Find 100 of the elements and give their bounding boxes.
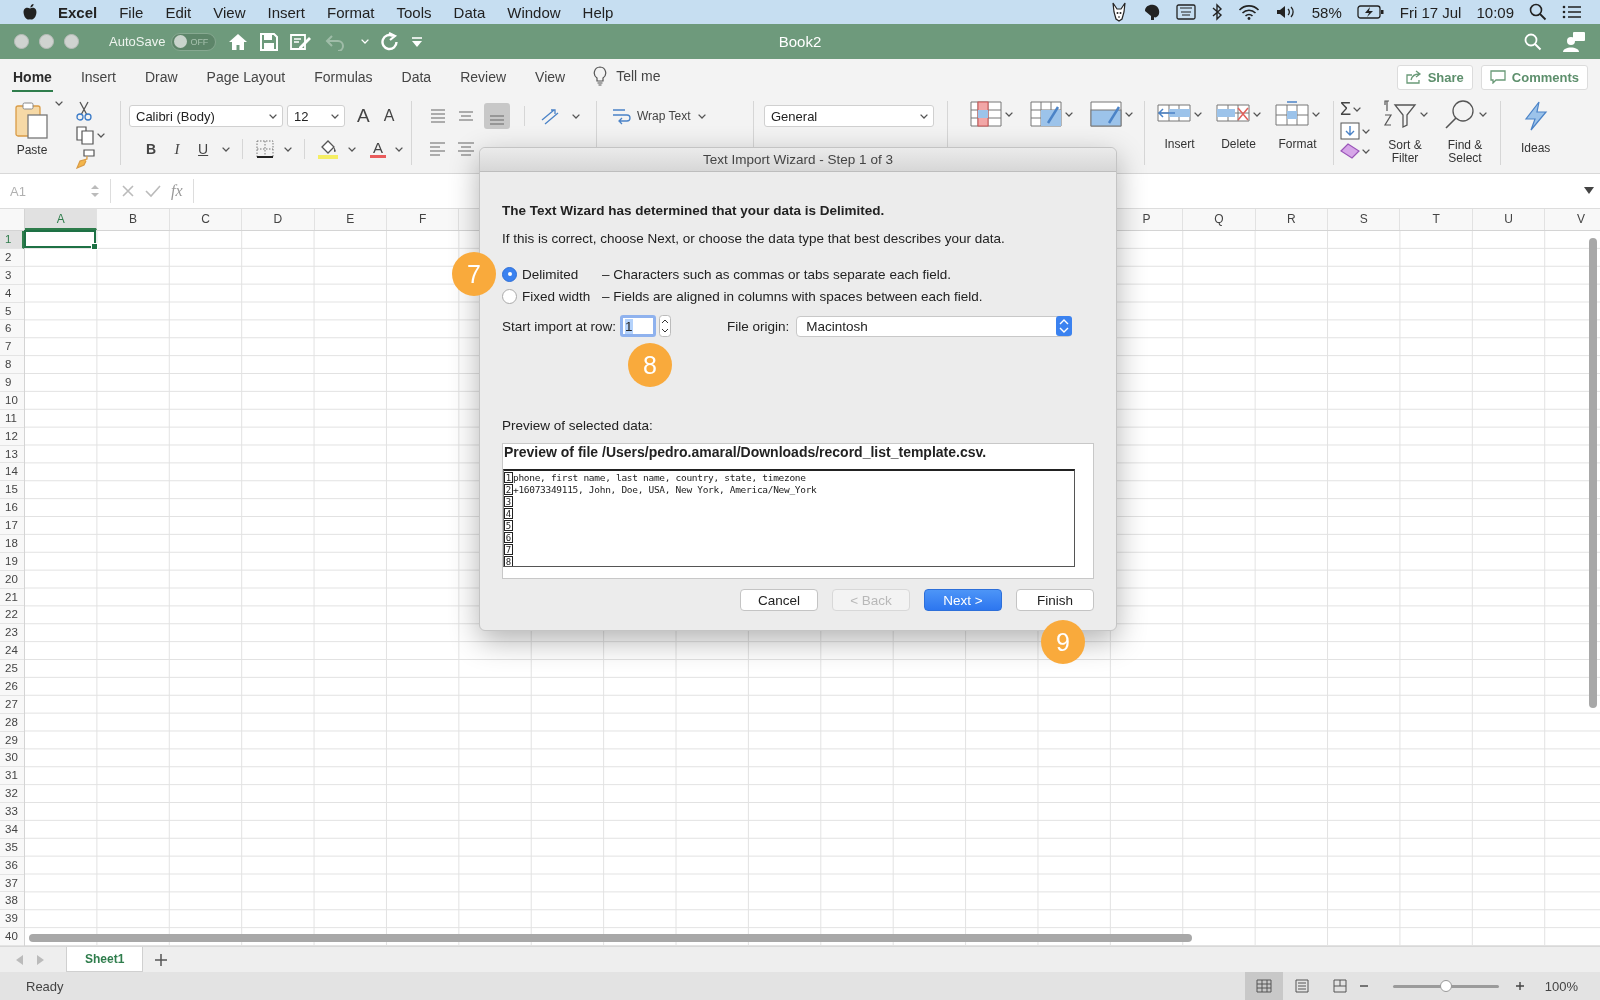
dialog-button[interactable]: Cancel — [740, 589, 818, 611]
font-color-button[interactable]: A — [369, 140, 386, 158]
caret-icon[interactable] — [269, 113, 277, 119]
caret-icon[interactable] — [1353, 106, 1362, 112]
row-header[interactable]: 14 — [0, 463, 24, 482]
row-header[interactable]: 27 — [0, 695, 24, 714]
fill-down-icon[interactable] — [1340, 122, 1360, 140]
row-header[interactable]: 8 — [0, 356, 24, 374]
slider-thumb[interactable] — [1439, 979, 1452, 992]
caret-icon[interactable] — [1194, 111, 1202, 117]
ribbon-tab[interactable]: Data — [400, 63, 433, 92]
format-painter-icon[interactable] — [75, 149, 95, 169]
radio-label[interactable]: Delimited — [522, 266, 602, 282]
ideas-button[interactable]: Ideas — [1521, 101, 1551, 155]
table-format-icon[interactable] — [1030, 101, 1062, 127]
orientation-icon[interactable] — [539, 106, 561, 126]
row-header[interactable]: 7 — [0, 338, 24, 357]
caret-icon[interactable] — [284, 146, 293, 152]
next-button[interactable]: Next > — [924, 589, 1002, 611]
home-icon[interactable] — [228, 32, 249, 51]
row-header[interactable]: 37 — [0, 874, 24, 893]
row-header[interactable]: 10 — [0, 391, 24, 410]
row-header[interactable]: 12 — [0, 427, 24, 446]
menu-item[interactable]: Format — [327, 3, 375, 21]
bold-button[interactable]: B — [141, 141, 162, 157]
row-header[interactable]: 24 — [0, 642, 24, 660]
caret-icon[interactable] — [1478, 111, 1487, 117]
bluetooth-icon[interactable] — [1210, 3, 1223, 21]
ribbon-tab[interactable]: Review — [459, 63, 508, 92]
cell-styles-icon[interactable] — [1090, 101, 1122, 127]
active-cell[interactable] — [24, 230, 97, 248]
row-header[interactable]: 3 — [0, 266, 24, 285]
row-header[interactable]: 26 — [0, 677, 24, 696]
row-header[interactable]: 29 — [0, 731, 24, 750]
wifi-icon[interactable] — [1237, 4, 1260, 20]
menu-item[interactable]: Window — [507, 3, 561, 21]
ribbon-tab[interactable]: Formulas — [313, 63, 374, 92]
row-header[interactable]: 28 — [0, 713, 24, 732]
menu-bar-date[interactable]: Fri 17 Jul — [1399, 3, 1462, 21]
lightbulb-icon[interactable] — [593, 66, 608, 86]
column-header[interactable]: E — [314, 209, 387, 230]
row-header[interactable]: 6 — [0, 320, 24, 339]
caret-icon[interactable] — [920, 113, 928, 119]
caret-icon[interactable] — [331, 113, 339, 119]
increase-font-button[interactable]: A — [357, 105, 370, 127]
scissors-icon[interactable] — [75, 101, 93, 121]
horizontal-scrollbar[interactable] — [29, 934, 1192, 942]
row-header[interactable]: 38 — [0, 892, 24, 911]
caret-icon[interactable] — [1312, 111, 1320, 117]
column-header[interactable]: U — [1472, 209, 1546, 230]
row-header[interactable]: 21 — [0, 588, 24, 607]
view-button[interactable] — [1244, 972, 1283, 1000]
caret-icon[interactable] — [1419, 111, 1428, 117]
search-icon[interactable] — [1529, 3, 1547, 21]
animal-icon[interactable] — [1109, 2, 1128, 22]
row-header[interactable]: 9 — [0, 374, 24, 392]
row-header[interactable]: 11 — [0, 409, 24, 428]
column-header[interactable]: S — [1328, 209, 1401, 230]
row-header[interactable]: 15 — [0, 481, 24, 500]
vertical-scrollbar[interactable] — [1589, 238, 1597, 708]
copy-icon[interactable] — [75, 125, 95, 145]
menu-app-name[interactable]: Excel — [58, 3, 98, 21]
row-header[interactable]: 25 — [0, 660, 24, 678]
radio-button[interactable] — [502, 266, 517, 282]
row-header[interactable]: 16 — [0, 499, 24, 517]
row-header[interactable]: 5 — [0, 302, 24, 321]
comments-button[interactable]: Comments — [1480, 64, 1588, 90]
caret-icon[interactable] — [1125, 111, 1133, 117]
menu-item[interactable]: Insert — [267, 3, 305, 21]
person-icon[interactable] — [1562, 30, 1586, 53]
number-format-dropdown[interactable]: General — [764, 105, 934, 127]
row-header[interactable]: 32 — [0, 785, 24, 803]
column-header[interactable]: F — [386, 209, 460, 230]
font-dropdown[interactable]: Calibri (Body) — [129, 105, 283, 127]
column-header[interactable]: D — [242, 209, 315, 230]
battery-icon[interactable] — [1356, 4, 1385, 20]
format-cells-icon[interactable] — [1275, 101, 1309, 127]
row-number-field[interactable]: 1 — [620, 315, 657, 337]
row-header[interactable]: 4 — [0, 284, 24, 303]
list-icon[interactable] — [1562, 4, 1582, 20]
font-size-dropdown[interactable]: 12 — [287, 105, 345, 127]
column-header[interactable]: A — [25, 209, 98, 230]
row-header[interactable]: 23 — [0, 624, 24, 643]
row-header[interactable]: 18 — [0, 534, 24, 553]
menu-item[interactable]: Edit — [165, 3, 192, 21]
row-header[interactable]: 39 — [0, 910, 24, 929]
caret-icon[interactable] — [97, 132, 105, 138]
row-header[interactable]: 35 — [0, 838, 24, 857]
borders-icon[interactable] — [255, 139, 276, 159]
column-header[interactable]: R — [1255, 209, 1329, 230]
edit-document-icon[interactable] — [290, 32, 313, 51]
customize-toolbar-icon[interactable] — [411, 35, 424, 48]
caret-icon[interactable] — [1362, 148, 1370, 154]
row-header[interactable]: 13 — [0, 445, 24, 464]
ribbon-tab[interactable]: Page Layout — [205, 63, 287, 92]
row-header[interactable]: 34 — [0, 820, 24, 839]
autosum-button[interactable]: Σ — [1340, 99, 1352, 119]
add-sheet-icon[interactable] — [155, 953, 168, 966]
check-icon[interactable] — [145, 184, 161, 198]
row-header[interactable]: 22 — [0, 606, 24, 625]
